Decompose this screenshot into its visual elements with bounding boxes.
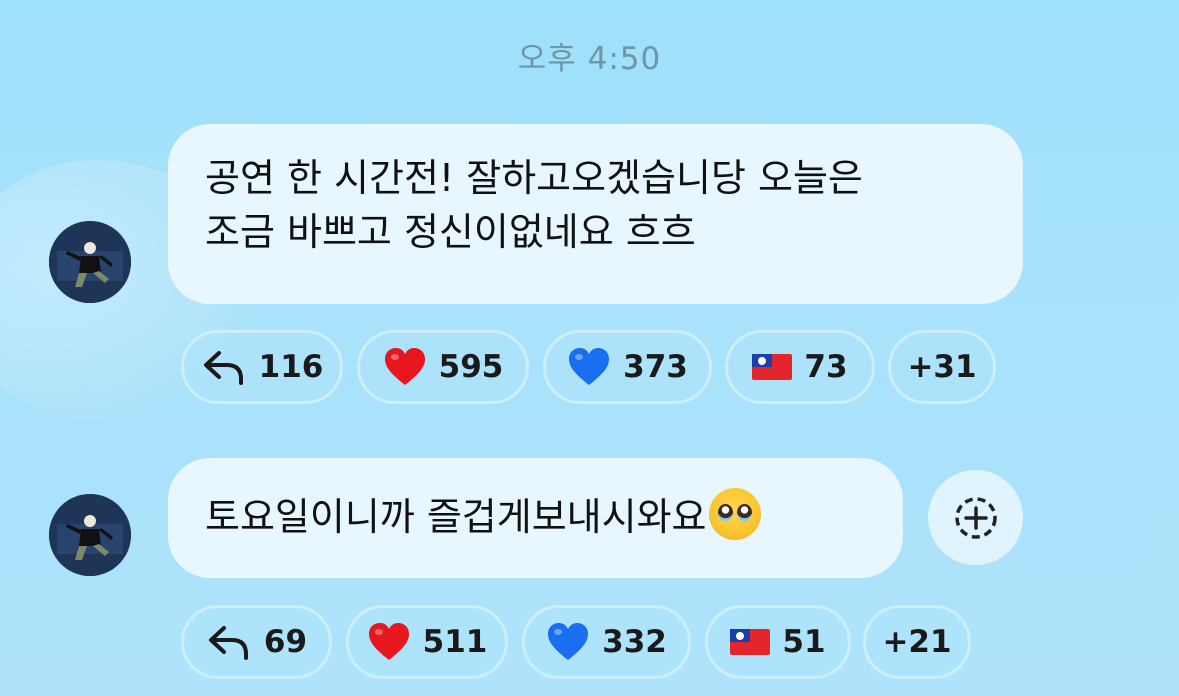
reply-chip[interactable]: 116 — [181, 330, 343, 404]
red-heart-icon — [368, 623, 409, 660]
reply-chip[interactable]: 69 — [181, 605, 332, 679]
heart-reaction-chip[interactable]: 511 — [346, 605, 508, 679]
blue-heart-count: 373 — [623, 349, 688, 385]
add-reaction-button[interactable] — [928, 470, 1023, 565]
reply-count: 69 — [263, 624, 308, 660]
more-reactions-chip[interactable]: +31 — [888, 330, 996, 404]
red-heart-icon — [384, 348, 425, 385]
more-reactions-chip[interactable]: +21 — [863, 605, 971, 679]
reply-icon — [203, 351, 243, 385]
taiwan-flag-icon — [752, 354, 793, 380]
message-text: 공연 한 시간전! 잘하고오겠습니당 오늘은 조금 바쁘고 정신이없네요 흐흐 — [205, 151, 1005, 259]
heart-reaction-chip[interactable]: 595 — [357, 330, 529, 404]
taiwan-flag-icon — [730, 629, 771, 655]
message-text-line: 조금 바쁘고 정신이없네요 흐흐 — [205, 210, 696, 254]
heart-count: 595 — [438, 349, 504, 385]
more-reactions-count: +31 — [907, 349, 977, 385]
heart-count: 511 — [422, 624, 488, 660]
message-bubble[interactable]: 토요일이니까 즐겁게보내시와요 — [168, 458, 903, 578]
avatar[interactable] — [49, 221, 131, 303]
avatar-image — [49, 221, 131, 303]
message-text-content: 토요일이니까 즐겁게보내시와요 — [205, 495, 707, 539]
blue-heart-reaction-chip[interactable]: 332 — [522, 605, 691, 679]
flag-count: 51 — [782, 624, 826, 660]
avatar[interactable] — [49, 494, 131, 576]
pleading-face-emoji-icon — [708, 488, 761, 540]
reply-count: 116 — [258, 349, 324, 385]
more-reactions-count: +21 — [882, 624, 952, 660]
message-text: 토요일이니까 즐겁게보내시와요 — [205, 488, 761, 544]
flag-count: 73 — [804, 349, 848, 385]
message-bubble[interactable]: 공연 한 시간전! 잘하고오겠습니당 오늘은 조금 바쁘고 정신이없네요 흐흐 — [168, 124, 1023, 304]
blue-heart-icon — [548, 623, 589, 660]
message-timestamp: 오후 4:50 — [517, 41, 662, 77]
flag-reaction-chip[interactable]: 73 — [725, 330, 875, 404]
blue-heart-icon — [569, 348, 610, 385]
reply-icon — [208, 626, 248, 660]
blue-heart-count: 332 — [602, 624, 667, 660]
blue-heart-reaction-chip[interactable]: 373 — [543, 330, 712, 404]
message-text-line: 공연 한 시간전! 잘하고오겠습니당 오늘은 — [205, 156, 863, 200]
flag-reaction-chip[interactable]: 51 — [705, 605, 851, 679]
add-reaction-icon — [954, 496, 997, 539]
avatar-image — [49, 494, 131, 576]
